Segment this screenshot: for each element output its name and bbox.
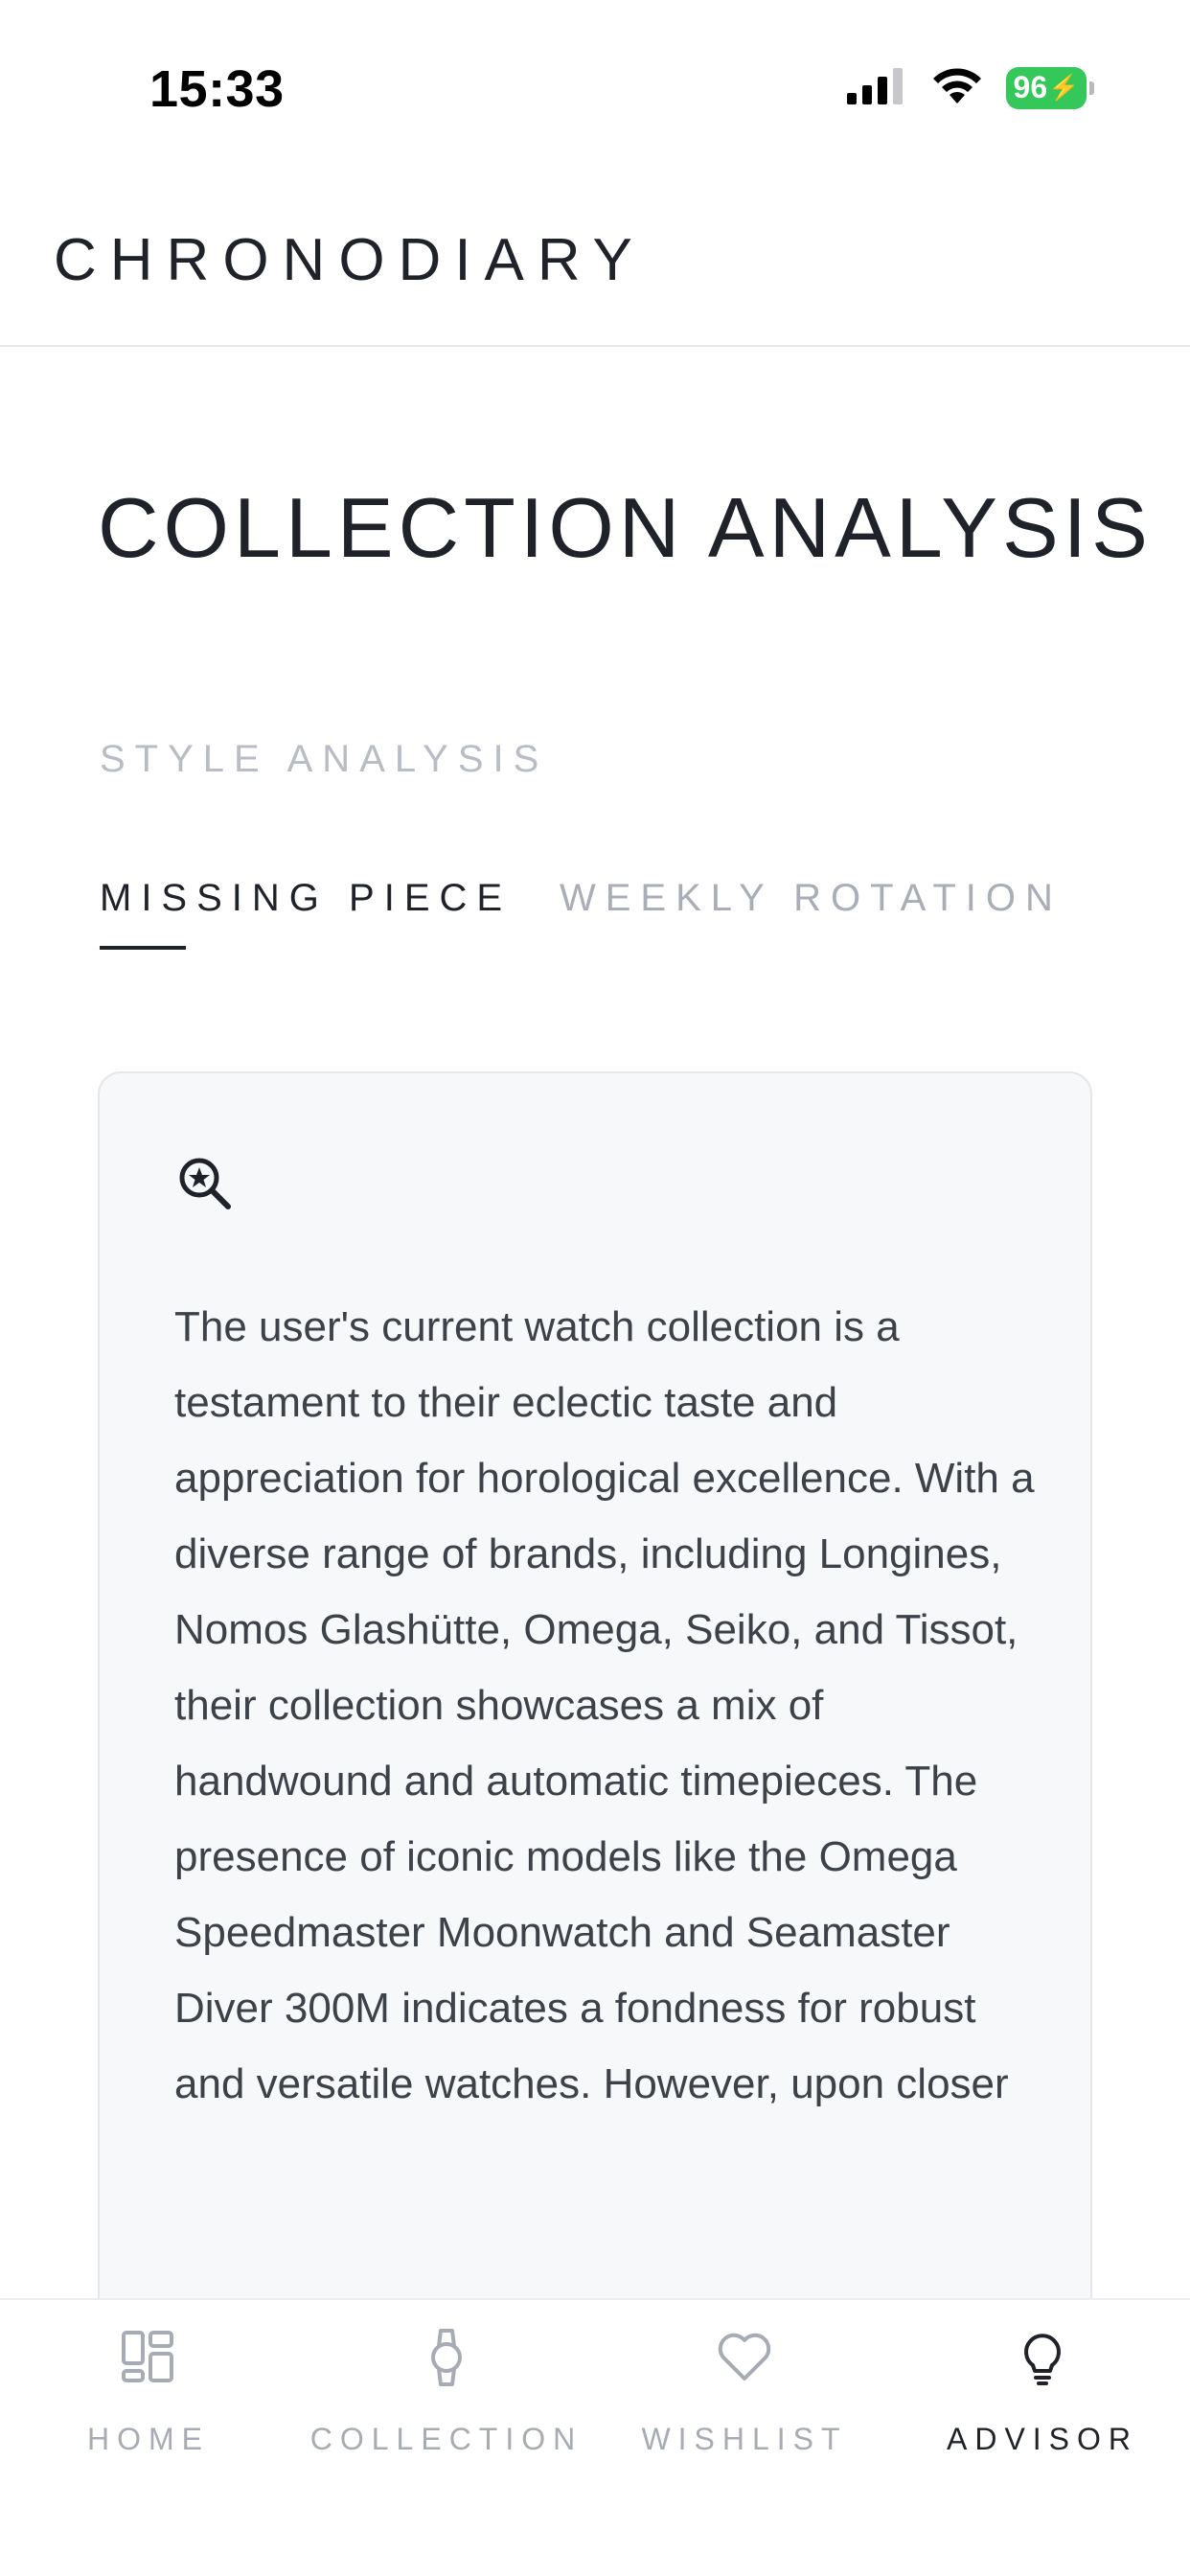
analysis-text: The user's current watch collection is a… [174,1303,1035,2107]
bottom-nav: HOME COLLECTION WISHLIST ADVISOR [0,2298,1190,2576]
active-tab-indicator [100,946,186,950]
page-title: COLLECTION ANALYSIS [98,480,1153,575]
app-header: CHRONODIARY [0,172,1190,347]
battery-level: 96 [1013,70,1048,104]
battery-cap [1089,80,1094,95]
nav-label-home: HOME [87,2422,210,2456]
battery-indicator: 96 ⚡ [1006,66,1094,109]
tab-missing-piece[interactable]: MISSING PIECE [100,877,512,920]
status-icons: 96 ⚡ [845,65,1094,110]
section-label-style-analysis[interactable]: STYLE ANALYSIS [100,738,548,781]
lightbulb-icon [1012,2327,1073,2393]
analysis-card: The user's current watch collection is a… [98,1071,1092,2413]
wifi-icon [929,65,985,110]
analysis-tabs: MISSING PIECE WEEKLY ROTATION [100,877,1096,954]
nav-item-wishlist[interactable]: WISHLIST [601,2327,888,2480]
nav-label-collection: COLLECTION [309,2422,584,2456]
status-bar: 15:33 96 ⚡ [0,0,1190,172]
screen: 15:33 96 ⚡ CHRONODIARY COLLECTION ANALYS… [0,0,1190,2576]
charging-bolt-icon: ⚡ [1048,73,1080,102]
grid-icon [118,2327,179,2393]
status-time: 15:33 [149,60,285,118]
nav-label-advisor: ADVISOR [946,2422,1139,2456]
cellular-signal-icon [845,66,908,109]
brand-logo[interactable]: CHRONODIARY [54,226,646,294]
tab-weekly-rotation[interactable]: WEEKLY ROTATION [560,877,1063,920]
magnifier-star-icon [176,1155,234,1212]
nav-item-home[interactable]: HOME [5,2327,292,2480]
watch-icon [416,2327,477,2393]
heart-icon [714,2327,775,2393]
nav-item-collection[interactable]: COLLECTION [303,2327,590,2480]
nav-item-advisor[interactable]: ADVISOR [899,2327,1186,2480]
nav-label-wishlist: WISHLIST [641,2422,848,2456]
